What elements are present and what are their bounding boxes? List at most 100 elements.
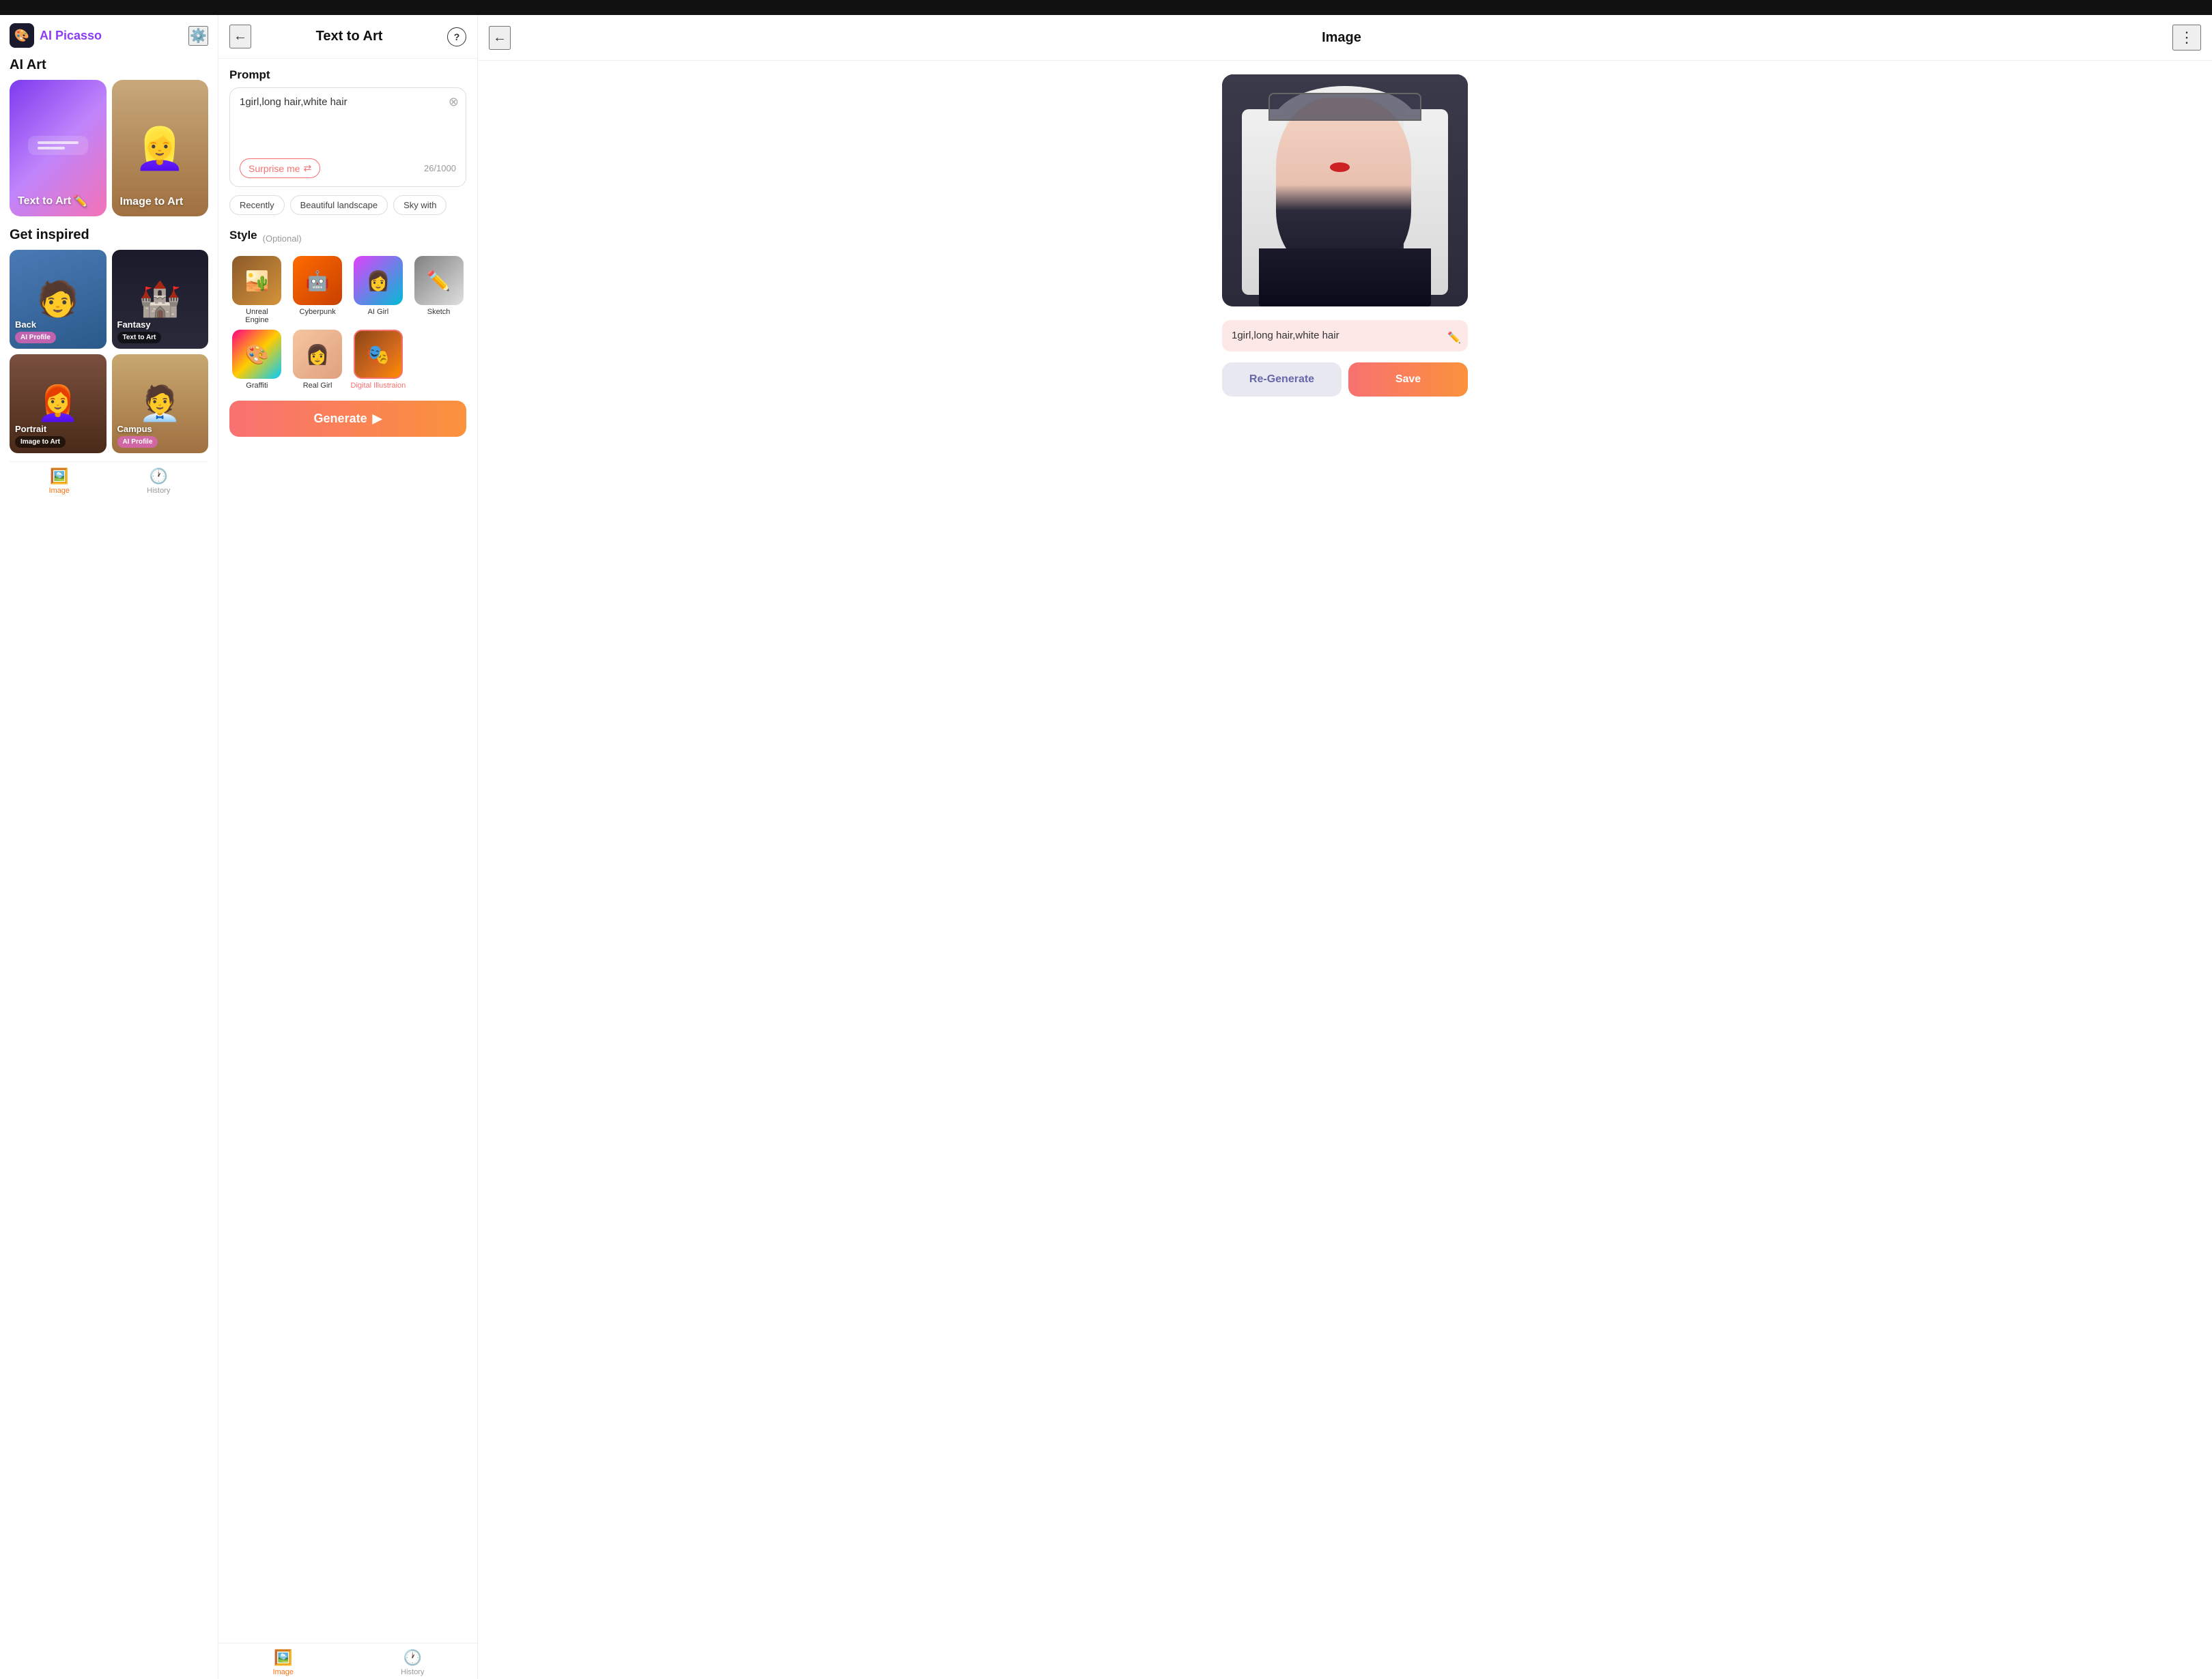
mockup-line-2 [38, 147, 65, 149]
prompt-input[interactable]: 1girl,long hair,white hair [240, 96, 456, 151]
inspired-card-campus[interactable]: 🧑‍💼 Campus AI Profile [112, 354, 209, 453]
generate-button[interactable]: Generate ▶ [229, 401, 466, 437]
more-options-button[interactable]: ⋮ [2172, 25, 2201, 51]
inspired-grid: 🧑 Back AI Profile 🏰 Fantasy Text to Art … [10, 250, 208, 453]
style-thumb-cyberpunk: 🤖 [293, 256, 342, 305]
card-mockup [28, 136, 88, 155]
mockup-line-1 [38, 141, 79, 144]
app-name: AI Picasso [40, 29, 102, 43]
style-digital-illustration[interactable]: 🎭 Digital Illustraion [351, 330, 406, 390]
regenerate-button[interactable]: Re-Generate [1222, 362, 1342, 397]
style-thumb-unreal: 🏜️ [232, 256, 281, 305]
inspired-label-campus: Campus [117, 424, 152, 434]
prompt-display-text: 1girl,long hair,white hair [1232, 330, 1339, 341]
tag-recently[interactable]: Recently [229, 195, 285, 215]
image-to-art-label: Image to Art [120, 196, 184, 208]
style-sketch[interactable]: ✏️ Sketch [411, 256, 466, 324]
surprise-me-button[interactable]: Surprise me ⇄ [240, 158, 320, 178]
style-label: Style [229, 229, 257, 242]
save-button[interactable]: Save [1348, 362, 1468, 397]
portrait-badge: Image to Art [15, 436, 66, 448]
style-thumb-sketch: ✏️ [414, 256, 464, 305]
nav-image-left[interactable]: 🖼️ Image [10, 468, 109, 495]
middle-content: Prompt ⊗ 1girl,long hair,white hair Surp… [218, 59, 477, 1643]
style-unreal-engine[interactable]: 🏜️ UnrealEngine [229, 256, 285, 324]
style-name-digital: Digital Illustraion [351, 382, 406, 390]
middle-bottom-nav: 🖼️ Image 🕐 History [218, 1643, 477, 1679]
shuffle-icon: ⇄ [303, 162, 311, 174]
right-content: 1girl,long hair,white hair ✏️ Re-Generat… [478, 61, 2212, 1679]
mockup-lines [38, 141, 79, 149]
inspired-card-ai-profile[interactable]: 🧑 Back AI Profile [10, 250, 107, 349]
middle-title: Text to Art [316, 29, 383, 44]
status-bar [0, 0, 2212, 15]
prompt-display: 1girl,long hair,white hair ✏️ [1222, 320, 1468, 351]
style-name-graffiti: Graffiti [246, 382, 268, 390]
outfit-detail [1259, 248, 1431, 306]
face-shape [1276, 98, 1411, 272]
tag-beautiful-landscape[interactable]: Beautiful landscape [290, 195, 388, 215]
right-panel: ← Image ⋮ [478, 15, 2212, 1679]
style-real-girl[interactable]: 👩 Real Girl [290, 330, 345, 390]
clear-prompt-button[interactable]: ⊗ [449, 95, 459, 109]
logo-icon: 🎨 [10, 23, 34, 48]
left-panel: 🎨 AI Picasso ⚙️ AI Art Text to Art ✏️ [0, 15, 218, 1679]
settings-button[interactable]: ⚙️ [188, 26, 208, 46]
middle-panel: ← Text to Art ? Prompt ⊗ 1girl,long hair… [218, 15, 478, 1679]
text-to-art-card[interactable]: Text to Art ✏️ [10, 80, 107, 216]
tag-sky-with[interactable]: Sky with [393, 195, 446, 215]
inspired-label-back: Back [15, 319, 36, 330]
action-buttons: Re-Generate Save [1222, 362, 1468, 397]
fantasy-badge: Text to Art [117, 332, 162, 343]
left-bottom-nav: 🖼️ Image 🕐 History [10, 461, 208, 498]
pencil-icon: ✏️ [74, 195, 87, 208]
nav-image-middle[interactable]: 🖼️ Image [218, 1649, 348, 1676]
style-grid: 🏜️ UnrealEngine 🤖 Cyberpunk 👩 AI G [229, 256, 466, 390]
ai-art-title: AI Art [10, 57, 208, 73]
generated-image-container [1222, 74, 1468, 306]
history-nav-icon-middle: 🕐 [403, 1649, 422, 1667]
nav-history-left[interactable]: 🕐 History [109, 468, 209, 495]
style-name-realgirl: Real Girl [303, 382, 332, 390]
generated-image [1222, 74, 1468, 306]
campus-badge: AI Profile [117, 436, 158, 448]
char-count: 26/1000 [424, 163, 456, 173]
logo-emoji: 🎨 [14, 29, 29, 43]
style-header: Style (Optional) [229, 229, 466, 248]
history-nav-icon-left: 🕐 [150, 468, 168, 485]
style-ai-girl[interactable]: 👩 AI Girl [351, 256, 406, 324]
image-to-art-card[interactable]: 👱‍♀️ Image to Art [112, 80, 209, 216]
generate-icon: ▶ [373, 412, 382, 426]
style-graffiti[interactable]: 🎨 Graffiti [229, 330, 285, 390]
style-thumb-aigirl: 👩 [354, 256, 403, 305]
inspired-label-fantasy: Fantasy [117, 319, 151, 330]
style-name-unreal: UnrealEngine [245, 308, 268, 324]
prompt-bottom-row: Surprise me ⇄ 26/1000 [240, 158, 456, 178]
style-thumb-digital: 🎭 [354, 330, 403, 379]
style-thumb-graffiti: 🎨 [232, 330, 281, 379]
tags-row: Recently Beautiful landscape Sky with [229, 195, 466, 218]
right-title: Image [1322, 30, 1361, 46]
style-thumb-realgirl: 👩 [293, 330, 342, 379]
inspired-label-portrait: Portrait [15, 424, 46, 434]
inspired-card-portrait[interactable]: 👩‍🦰 Portrait Image to Art [10, 354, 107, 453]
back-button-right[interactable]: ← [489, 26, 511, 50]
app-logo: 🎨 AI Picasso [10, 23, 102, 48]
nav-history-middle[interactable]: 🕐 History [348, 1649, 478, 1676]
style-cyberpunk[interactable]: 🤖 Cyberpunk [290, 256, 345, 324]
prompt-label: Prompt [229, 68, 466, 82]
help-button[interactable]: ? [447, 27, 466, 46]
back-button-middle[interactable]: ← [229, 25, 251, 48]
style-optional: (Optional) [263, 233, 302, 244]
image-nav-icon-middle: 🖼️ [274, 1649, 292, 1667]
middle-header: ← Text to Art ? [218, 15, 477, 59]
right-header: ← Image ⋮ [478, 15, 2212, 61]
ai-profile-badge: AI Profile [15, 332, 56, 343]
get-inspired-title: Get inspired [10, 227, 208, 243]
main-cards-row: Text to Art ✏️ 👱‍♀️ Image to Art [10, 80, 208, 216]
text-to-art-label: Text to Art ✏️ [18, 195, 87, 208]
inspired-card-fantasy[interactable]: 🏰 Fantasy Text to Art [112, 250, 209, 349]
helmet-detail [1268, 93, 1421, 121]
prompt-box: ⊗ 1girl,long hair,white hair Surprise me… [229, 87, 466, 187]
edit-icon[interactable]: ✏️ [1447, 331, 1461, 345]
